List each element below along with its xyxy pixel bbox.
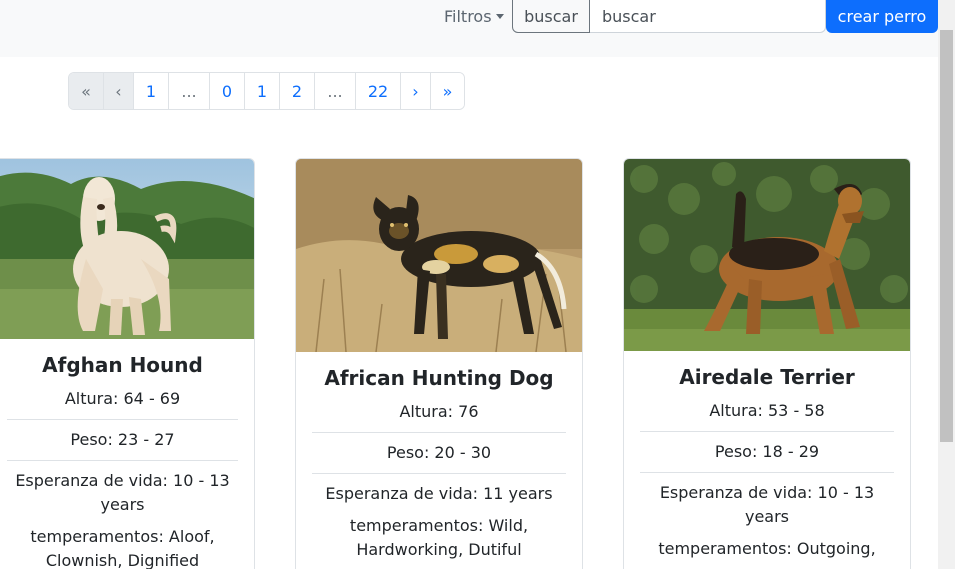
dog-photo-afghan-hound [0,159,254,339]
dog-height: Altura: 53 - 58 [709,401,825,420]
dog-image [0,159,254,339]
page-ellipsis: ... [315,73,356,109]
dog-photo-african-hunting-dog [296,159,582,352]
page-next-button[interactable]: › [401,73,431,109]
card-body: Afghan Hound Altura: 64 - 69 Peso: 23 - … [0,353,254,569]
dog-height: Altura: 76 [399,402,479,421]
dog-weight: Peso: 20 - 30 [386,443,492,462]
dog-name: Afghan Hound [42,353,203,377]
page-first-button[interactable]: « [69,73,104,109]
card-body: Airedale Terrier Altura: 53 - 58 Peso: 1… [624,365,910,561]
card-body: African Hunting Dog Altura: 76 Peso: 20 … [296,366,582,562]
navbar: Filtros buscar buscar crear perro [0,0,938,57]
dog-image [296,159,582,352]
page-link-0[interactable]: 0 [210,73,245,109]
caret-down-icon [495,13,504,19]
page-link-1[interactable]: 1 [134,73,169,109]
page-prev-button[interactable]: ‹ [104,73,134,109]
page-link-22[interactable]: 22 [356,73,401,109]
dog-life-span: Esperanza de vida: 10 - 13 years [659,483,875,526]
dog-photo-airedale-terrier [624,159,910,351]
dog-life-span: Esperanza de vida: 11 years [325,484,553,503]
dog-card[interactable]: Afghan Hound Altura: 64 - 69 Peso: 23 - … [0,158,255,569]
dog-height: Altura: 64 - 69 [64,389,181,408]
create-dog-button[interactable]: crear perro [826,0,938,33]
divider [7,419,238,420]
divider [312,473,566,474]
filters-dropdown[interactable]: Filtros [444,5,504,27]
divider [640,472,894,473]
divider [312,432,566,433]
dog-weight: Peso: 23 - 27 [70,430,175,449]
divider [640,431,894,432]
dog-card[interactable]: Airedale Terrier Altura: 53 - 58 Peso: 1… [623,158,911,569]
pagination: « ‹ 1 ... 0 1 2 ... 22 › » [68,72,465,110]
dog-weight: Peso: 18 - 29 [714,442,820,461]
dog-temperaments: temperamentos: Aloof, Clownish, Dignifie… [30,527,215,569]
dog-card[interactable]: African Hunting Dog Altura: 76 Peso: 20 … [295,158,583,569]
scrollbar-thumb[interactable] [940,30,953,442]
search-button[interactable]: buscar [512,0,590,33]
dog-life-span: Esperanza de vida: 10 - 13 years [15,471,230,514]
divider [7,460,238,461]
page-last-button[interactable]: » [431,73,464,109]
dog-image [624,159,910,351]
app-viewport: Filtros buscar buscar crear perro « ‹ 1 … [0,0,955,569]
page-link-1b[interactable]: 1 [245,73,280,109]
dog-temperaments: temperamentos: Outgoing, [658,539,876,558]
dog-name: African Hunting Dog [324,366,554,390]
search-group: buscar buscar [512,0,826,33]
page-link-2[interactable]: 2 [280,73,315,109]
filters-label: Filtros [444,6,492,26]
dog-temperaments: temperamentos: Wild, Hardworking, Dutifu… [349,516,529,559]
vertical-scrollbar[interactable] [938,0,955,569]
search-input[interactable]: buscar [590,0,826,33]
page-ellipsis: ... [169,73,210,109]
dog-name: Airedale Terrier [679,365,855,389]
